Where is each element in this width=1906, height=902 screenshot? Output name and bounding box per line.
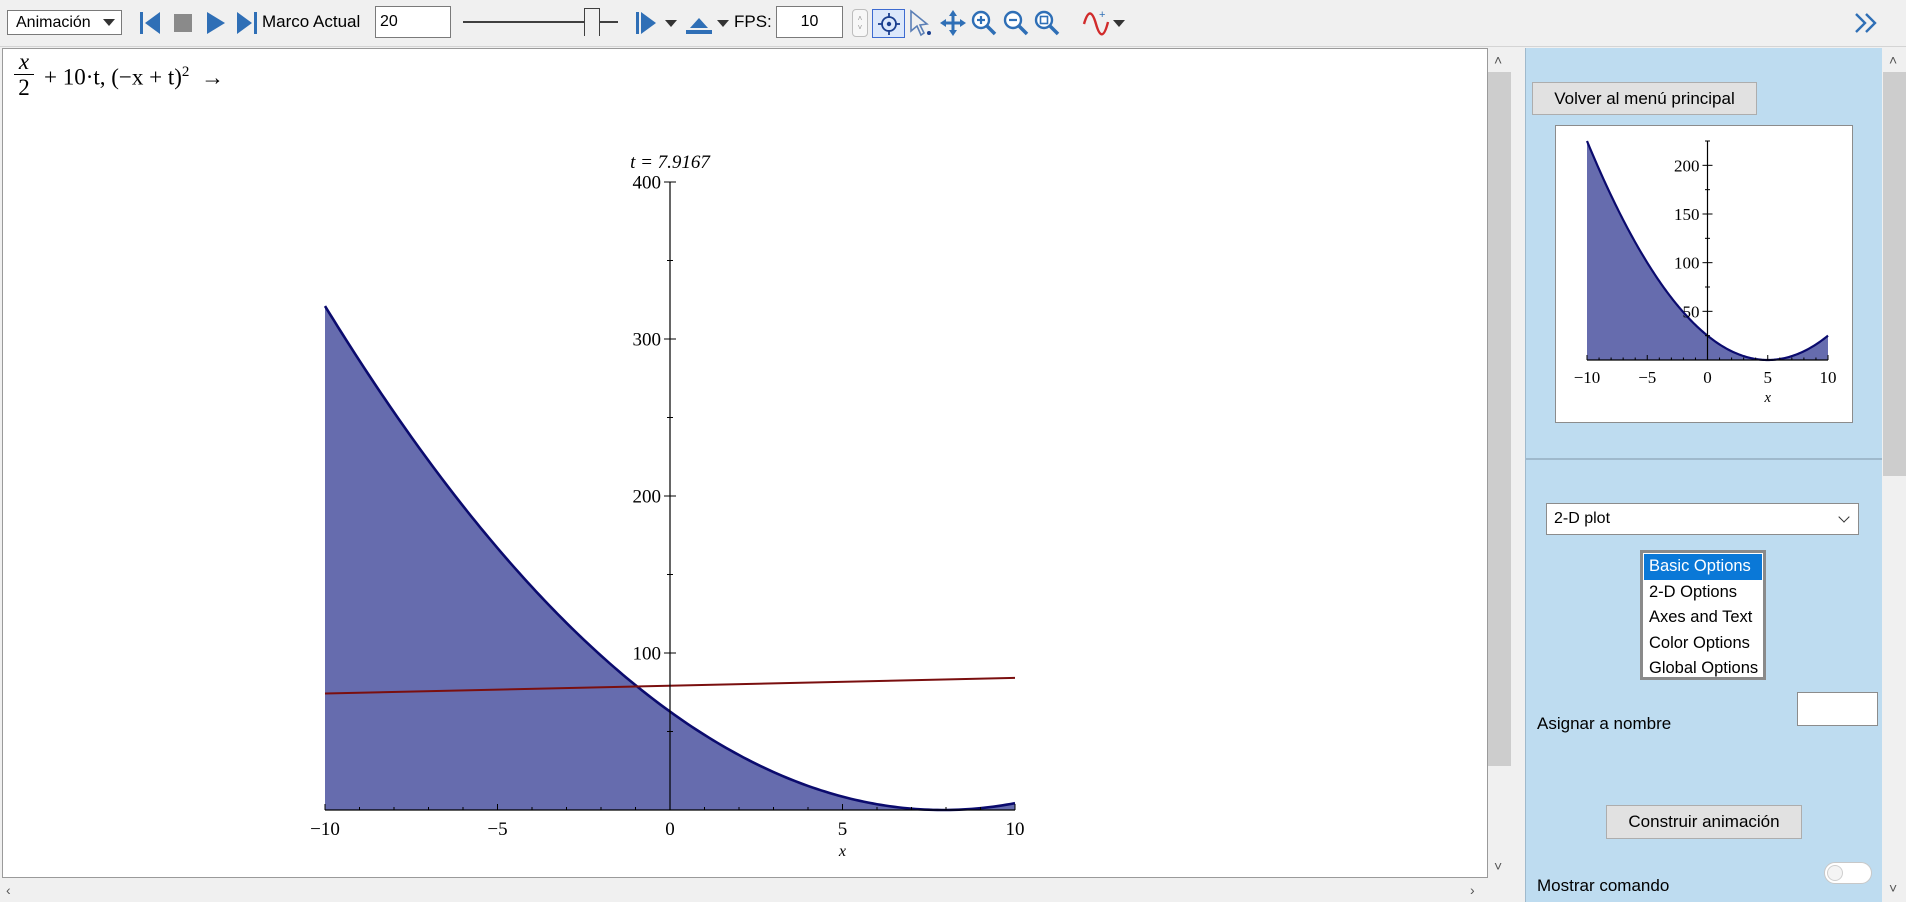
x-tick-label: 5 (1764, 368, 1773, 387)
stop-icon[interactable] (172, 12, 194, 34)
loop-mode-dropdown-icon[interactable] (717, 20, 729, 27)
panel-divider (1525, 458, 1882, 460)
svg-text:+: + (1099, 9, 1105, 21)
mode-select-value: Animación (16, 13, 91, 31)
x-axis-label: x (838, 843, 847, 860)
y-tick-label: 50 (1683, 302, 1700, 321)
current-frame-input[interactable]: 20 (375, 6, 451, 38)
fps-label: FPS: (734, 12, 772, 31)
plot-preview: −10 −5 0 5 10 x 50 100 150 200 (1555, 125, 1853, 423)
playback-direction-dropdown-icon[interactable] (665, 20, 677, 27)
x-tick-label: −10 (1574, 368, 1601, 387)
step-forward-icon[interactable] (634, 10, 658, 36)
x-axis-label: x (1764, 390, 1772, 406)
curve-options-icon[interactable]: + (1082, 8, 1112, 38)
current-frame-label: Marco Actual (262, 12, 361, 31)
show-command-label: Mostrar comando (1537, 876, 1670, 895)
pan-icon[interactable] (939, 9, 967, 37)
y-tick-label: 100 (633, 644, 662, 665)
animation-plot[interactable]: −10 −5 0 5 10 x 100 200 300 400t = 7.9167 (2, 48, 1488, 878)
x-tick-label: 0 (665, 819, 675, 840)
chevron-down-icon (103, 19, 115, 26)
option-item[interactable]: Basic Options (1644, 554, 1762, 580)
option-item[interactable]: 2-D Options (1644, 580, 1762, 606)
panel-scroll-up-icon[interactable]: ˄ (1889, 52, 1897, 68)
x-tick-label: 0 (1703, 368, 1712, 387)
frame-slider-thumb[interactable] (584, 8, 600, 37)
options-category-list[interactable]: Basic Options 2-D Options Axes and Text Col… (1640, 550, 1766, 680)
crosshair-icon (877, 12, 900, 35)
scroll-right-icon[interactable]: › (1470, 882, 1475, 898)
plot-type-select[interactable]: 2-D plot (1546, 503, 1859, 535)
curve-options-dropdown-icon[interactable] (1113, 20, 1125, 27)
y-tick-label: 300 (633, 330, 662, 351)
mode-select[interactable]: Animación (7, 10, 122, 35)
point-probe-button[interactable] (872, 9, 905, 38)
collapse-panel-icon[interactable] (1852, 10, 1880, 36)
play-icon[interactable] (203, 10, 227, 36)
plot-title: t = 7.9167 (630, 152, 711, 173)
first-frame-icon[interactable] (138, 10, 162, 36)
scroll-down-icon[interactable]: ˅ (1494, 858, 1502, 874)
x-tick-label: −10 (310, 819, 340, 840)
animation-toolbar: Animación Marco Actual 20 FPS: 10 ˄ ˅ + (0, 0, 1906, 47)
y-tick-label: 150 (1674, 205, 1700, 224)
x-tick-label: −5 (487, 819, 507, 840)
x-tick-label: 10 (1820, 368, 1837, 387)
zoom-out-icon[interactable] (1002, 9, 1030, 37)
y-tick-label: 400 (633, 173, 662, 194)
assign-name-input[interactable] (1797, 692, 1878, 726)
pointer-select-icon[interactable] (907, 9, 933, 37)
worksheet-vertical-scroll-thumb[interactable] (1488, 72, 1511, 766)
option-item[interactable]: Axes and Text (1644, 605, 1762, 631)
zoom-fit-icon[interactable] (1033, 9, 1061, 37)
build-animation-button[interactable]: Construir animación (1606, 805, 1802, 839)
option-item[interactable]: Color Options (1644, 631, 1762, 657)
zoom-in-icon[interactable] (970, 9, 998, 37)
option-item[interactable]: Global Options (1644, 656, 1762, 682)
plot-type-value: 2-D plot (1554, 510, 1611, 527)
chevron-down-icon (1838, 511, 1850, 523)
x-tick-label: 5 (838, 819, 848, 840)
panel-scroll-down-icon[interactable]: ˅ (1889, 880, 1897, 896)
y-tick-label: 100 (1674, 254, 1700, 273)
panel-scroll-thumb[interactable] (1883, 72, 1906, 476)
x-tick-label: 10 (1006, 819, 1025, 840)
fps-input[interactable]: 10 (776, 6, 843, 38)
last-frame-icon[interactable] (235, 10, 259, 36)
scroll-left-icon[interactable]: ‹ (6, 882, 11, 898)
scroll-up-icon[interactable]: ˄ (1494, 52, 1502, 68)
maple-plot-builder-window: Animación Marco Actual 20 FPS: 10 ˄ ˅ + … (0, 0, 1906, 902)
y-tick-label: 200 (1674, 156, 1700, 175)
back-to-main-menu-button[interactable]: Volver al menú principal (1532, 82, 1757, 115)
assign-name-label: Asignar a nombre (1537, 714, 1672, 733)
x-tick-label: −5 (1638, 368, 1656, 387)
worksheet-horizontal-scrollbar[interactable] (2, 880, 1488, 902)
loop-mode-icon[interactable] (684, 10, 714, 36)
preview-plot: −10 −5 0 5 10 x 50 100 150 200 (1574, 140, 1837, 406)
y-tick-label: 200 (633, 487, 662, 508)
fps-spinner[interactable]: ˄ ˅ (852, 9, 868, 37)
show-command-toggle-knob[interactable] (1827, 865, 1843, 881)
